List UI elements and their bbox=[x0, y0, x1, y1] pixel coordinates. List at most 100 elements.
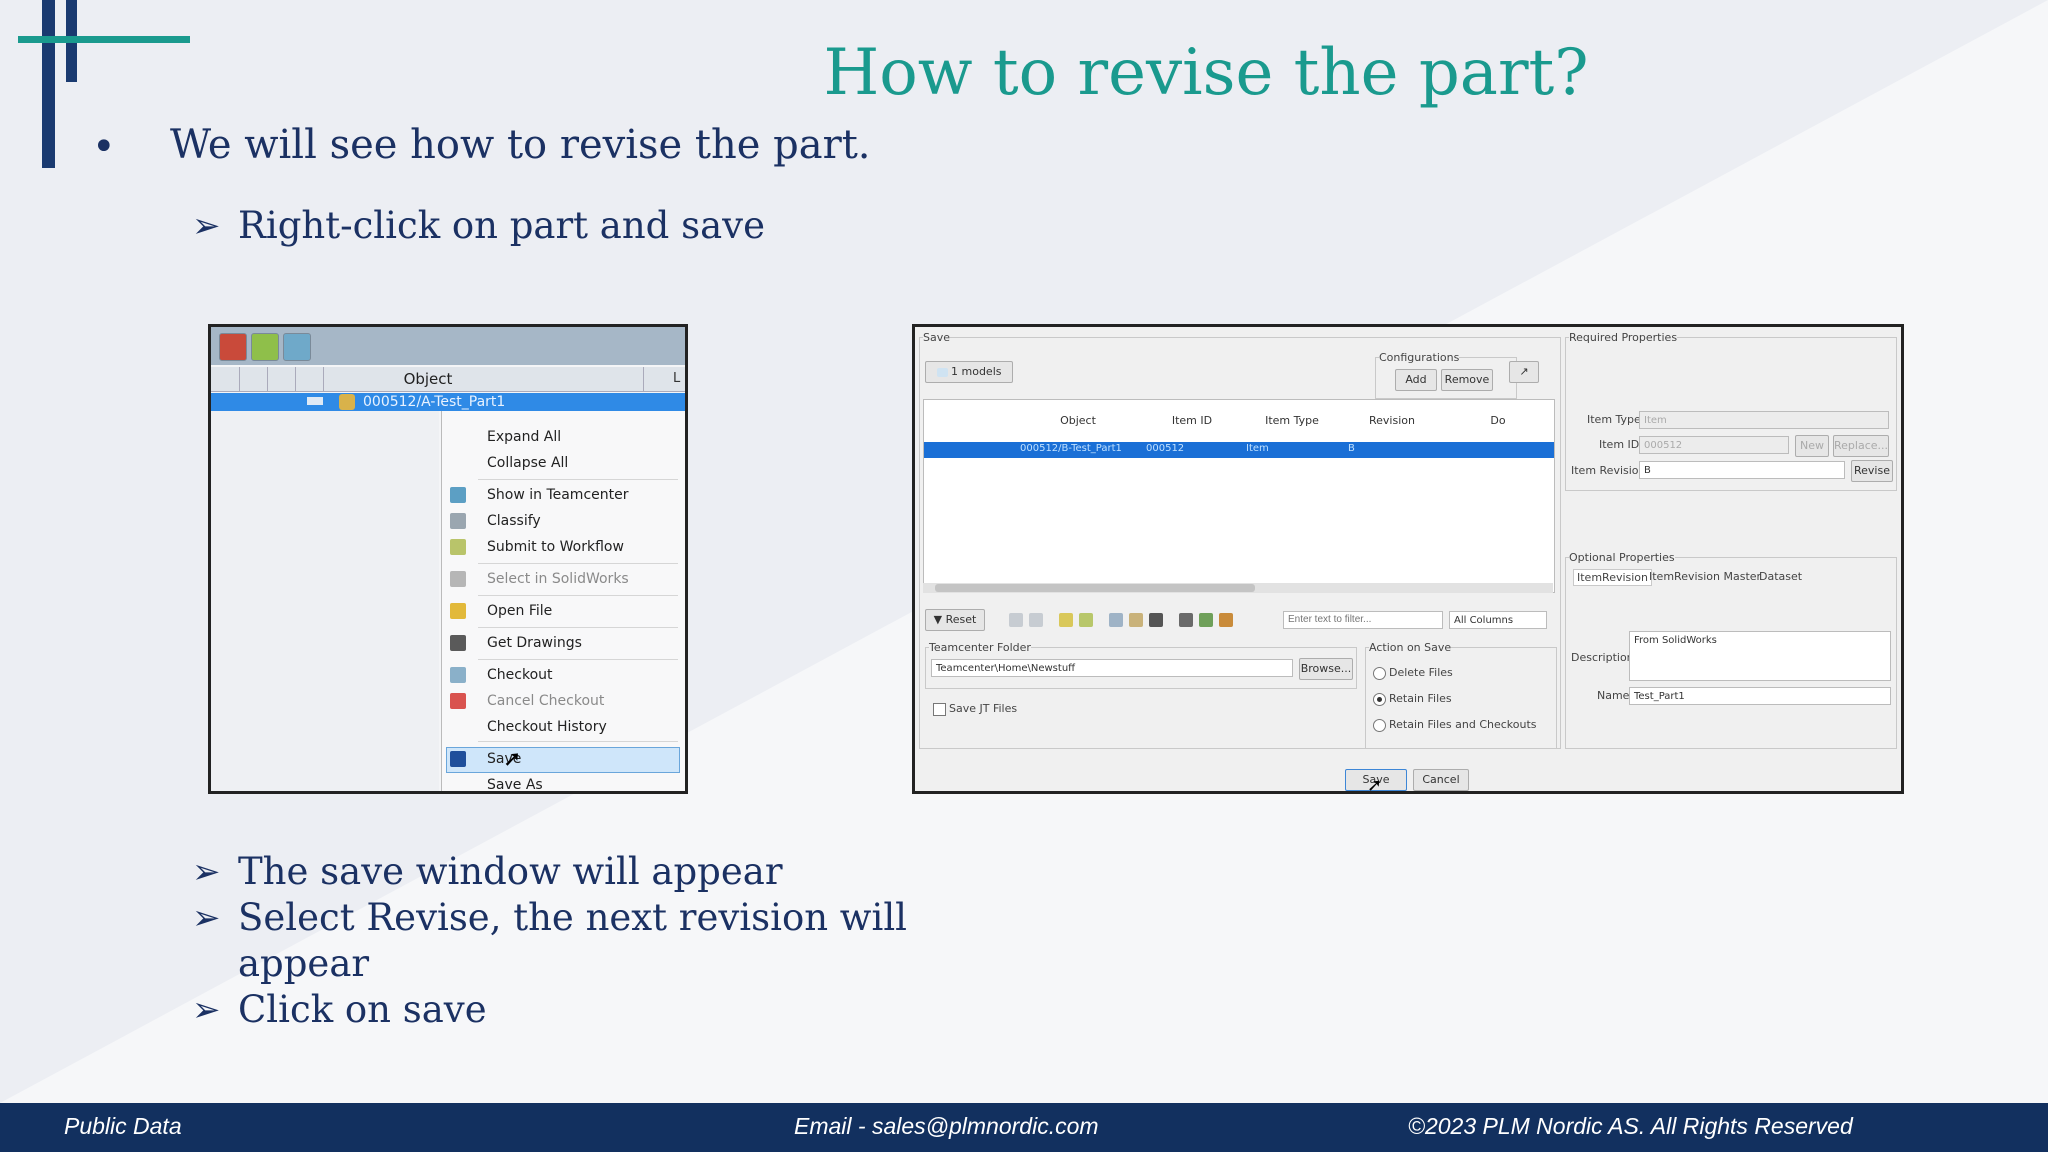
arrow-icon: ➢ bbox=[192, 898, 221, 938]
reset-button[interactable]: ▼ Reset bbox=[925, 609, 985, 631]
slide-title: How to revise the part? bbox=[823, 36, 1589, 110]
menu-checkout-history[interactable]: Checkout History bbox=[487, 719, 607, 735]
save-jt-label: Save JT Files bbox=[949, 702, 1018, 715]
bullet-marker: • bbox=[92, 124, 116, 170]
add-configuration-button[interactable]: Add bbox=[1395, 369, 1437, 391]
toolbar-icon-5[interactable] bbox=[1109, 613, 1123, 627]
radio-retain-files[interactable] bbox=[1373, 693, 1386, 706]
table-scroll-thumb[interactable] bbox=[935, 584, 1255, 592]
save-dialog-screenshot: Save 1 models Configurations Add Remove … bbox=[912, 324, 1904, 794]
menu-save-as[interactable]: Save As bbox=[487, 777, 543, 791]
radio-retain-checkouts[interactable] bbox=[1373, 719, 1386, 732]
tree-pane bbox=[211, 411, 439, 791]
toolbar-icon-10[interactable] bbox=[1219, 613, 1233, 627]
models-count-label: 1 models bbox=[951, 365, 1002, 378]
table-row[interactable] bbox=[924, 442, 1554, 458]
refresh-icon bbox=[251, 333, 279, 361]
replace-button: Replace... bbox=[1833, 435, 1889, 457]
part-node-icon bbox=[339, 394, 355, 410]
menu-checkout[interactable]: Checkout bbox=[487, 667, 553, 683]
save-group-label: Save bbox=[923, 331, 951, 344]
sub-point-click-save: Click on save bbox=[238, 988, 487, 1031]
item-id-label: Item ID bbox=[1599, 438, 1640, 451]
context-menu: Expand All Collapse All Show in Teamcent… bbox=[441, 411, 685, 791]
flag-icon[interactable] bbox=[1149, 613, 1163, 627]
tab-itemrevision[interactable]: ItemRevision bbox=[1573, 569, 1653, 586]
cell-item-type: Item bbox=[1246, 443, 1269, 454]
cell-item-id: 000512 bbox=[1146, 443, 1185, 454]
toolbar-icon-3[interactable] bbox=[1059, 613, 1073, 627]
item-id-field: 000512 bbox=[1639, 436, 1789, 454]
radio-delete-files[interactable] bbox=[1373, 667, 1386, 680]
menu-collapse-all[interactable]: Collapse All bbox=[487, 455, 568, 471]
toolbar-icon-8[interactable] bbox=[1179, 613, 1193, 627]
drawings-icon bbox=[450, 635, 466, 651]
menu-classify[interactable]: Classify bbox=[487, 513, 541, 529]
decor-bar-horizontal bbox=[18, 36, 190, 43]
description-field[interactable]: From SolidWorks bbox=[1629, 631, 1891, 681]
cell-revision: B bbox=[1348, 443, 1355, 454]
model-icon bbox=[936, 367, 948, 377]
menu-show-in-teamcenter[interactable]: Show in Teamcenter bbox=[487, 487, 628, 503]
columns-select[interactable]: All Columns bbox=[1449, 611, 1547, 629]
arrow-icon: ➢ bbox=[192, 990, 221, 1030]
models-table: Object Item ID Item Type Revision Do 000… bbox=[923, 399, 1555, 593]
tc-folder-field[interactable]: Teamcenter\Home\Newstuff bbox=[931, 659, 1293, 677]
footer-left: Public Data bbox=[64, 1113, 182, 1139]
name-field[interactable]: Test_Part1 bbox=[1629, 687, 1891, 705]
reset-label: Reset bbox=[945, 613, 977, 626]
remove-configuration-button[interactable]: Remove bbox=[1441, 369, 1493, 391]
revise-button[interactable]: Revise bbox=[1851, 460, 1893, 482]
filter-input[interactable] bbox=[1283, 611, 1443, 629]
col-dataset[interactable]: Do bbox=[1442, 400, 1554, 442]
menu-expand-all[interactable]: Expand All bbox=[487, 429, 561, 445]
item-type-label: Item Type bbox=[1587, 413, 1641, 426]
col-object[interactable]: Object bbox=[1014, 400, 1143, 442]
toolbar-icon-1[interactable] bbox=[1009, 613, 1023, 627]
col-revision[interactable]: Revision bbox=[1342, 400, 1443, 442]
models-count-button[interactable]: 1 models bbox=[925, 361, 1013, 383]
required-props-label: Required Properties bbox=[1569, 331, 1678, 344]
decor-bar-vertical-1 bbox=[42, 0, 55, 168]
retain-checkouts-label: Retain Files and Checkouts bbox=[1389, 718, 1537, 731]
arrow-icon: ➢ bbox=[192, 206, 221, 246]
menu-get-drawings[interactable]: Get Drawings bbox=[487, 635, 582, 651]
selected-item-label: 000512/A-Test_Part1 bbox=[363, 394, 506, 410]
toolbar-icon-6[interactable] bbox=[1129, 613, 1143, 627]
toolbar-icon-4[interactable] bbox=[1079, 613, 1093, 627]
sub-point-save-window: The save window will appear bbox=[238, 850, 783, 893]
tab-dataset[interactable]: Dataset bbox=[1759, 570, 1802, 583]
toolbar-icon-9[interactable] bbox=[1199, 613, 1213, 627]
menu-submit-workflow[interactable]: Submit to Workflow bbox=[487, 539, 624, 555]
menu-select-in-solidworks: Select in SolidWorks bbox=[487, 571, 629, 587]
cell-object: 000512/B-Test_Part1 bbox=[1020, 443, 1122, 454]
cancel-button[interactable]: Cancel bbox=[1413, 769, 1469, 791]
new-button: New bbox=[1795, 435, 1829, 457]
open-folder-icon bbox=[450, 603, 466, 619]
toolbar-icon-2[interactable] bbox=[1029, 613, 1043, 627]
delete-files-label: Delete Files bbox=[1389, 666, 1453, 679]
browse-button[interactable]: Browse... bbox=[1299, 658, 1353, 680]
solidworks-icon bbox=[450, 571, 466, 587]
sub-point-right-click: Right-click on part and save bbox=[238, 204, 765, 247]
screenshot-toolbar bbox=[211, 327, 685, 365]
column-header-2: L bbox=[673, 371, 681, 386]
tab-itemrevision-master[interactable]: ItemRevision Master bbox=[1649, 570, 1761, 583]
col-item-id[interactable]: Item ID bbox=[1142, 400, 1243, 442]
item-revision-field[interactable]: B bbox=[1639, 461, 1845, 479]
menu-save-highlight bbox=[446, 747, 680, 773]
save-jt-checkbox[interactable] bbox=[933, 703, 946, 716]
item-type-field: Item bbox=[1639, 411, 1889, 429]
col-item-type[interactable]: Item Type bbox=[1242, 400, 1343, 442]
footer-email[interactable]: Email - sales@plmnordic.com bbox=[794, 1113, 1099, 1140]
object-column-header: Object bbox=[403, 370, 453, 388]
filter-icon: ▼ bbox=[933, 613, 943, 626]
sub-point-select-revise-cont: appear bbox=[238, 942, 370, 985]
workflow-icon bbox=[450, 539, 466, 555]
expand-icon[interactable]: ↗ bbox=[1509, 361, 1539, 383]
tc-folder-label: Teamcenter Folder bbox=[929, 641, 1031, 654]
checkout-icon bbox=[450, 667, 466, 683]
menu-open-file[interactable]: Open File bbox=[487, 603, 552, 619]
footer-copyright: ©2023 PLM Nordic AS. All Rights Reserved bbox=[1408, 1113, 1853, 1139]
item-revision-label: Item Revision bbox=[1571, 464, 1646, 477]
